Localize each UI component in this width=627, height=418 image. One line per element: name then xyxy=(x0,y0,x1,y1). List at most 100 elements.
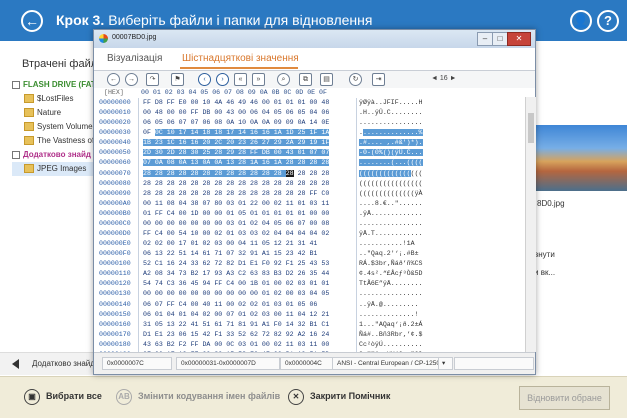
last-bookmark-icon[interactable]: » xyxy=(252,73,265,86)
tree-footer[interactable]: Додатково знайд xyxy=(0,352,96,375)
hex-byte[interactable]: C4 xyxy=(167,210,175,217)
change-encoding-button[interactable]: AB Змінити кодування імен файлів xyxy=(116,388,280,405)
hex-byte[interactable]: 11 xyxy=(286,200,294,207)
hex-byte[interactable]: 28 xyxy=(155,180,163,187)
hex-byte[interactable]: A1 xyxy=(262,321,270,328)
hex-byte[interactable]: 04 xyxy=(179,200,187,207)
hex-byte[interactable]: 92 xyxy=(274,260,282,267)
hex-byte[interactable]: 00 xyxy=(179,210,187,217)
hex-byte[interactable]: 03 xyxy=(250,230,258,237)
hex-byte[interactable]: 00 xyxy=(274,280,282,287)
hex-byte[interactable]: 72 xyxy=(262,331,270,338)
ascii-row[interactable]: .H..ÿÛ.C........ xyxy=(357,108,526,118)
hex-byte[interactable]: 51 xyxy=(179,250,187,257)
hex-byte[interactable]: 05 xyxy=(321,290,329,297)
hex-byte[interactable]: 2D xyxy=(143,149,151,157)
hex-byte[interactable]: 23 xyxy=(286,250,294,257)
hex-byte[interactable]: 00 xyxy=(274,311,282,318)
hex-byte[interactable]: 01 xyxy=(226,230,234,237)
ascii-row[interactable]: ((((((((((((((ÿÀ xyxy=(357,189,526,199)
hex-row[interactable]: FF C4 00 54 10 00 02 01 03 03 02 04 04 0… xyxy=(139,229,356,239)
hex-byte[interactable]: 08 xyxy=(166,159,175,167)
hex-byte[interactable]: C2 xyxy=(238,270,246,277)
hex-byte[interactable]: 00 xyxy=(262,341,270,348)
hex-row[interactable]: 2D 30 2D 28 30 25 28 29 28 FF DB 00 43 0… xyxy=(139,148,356,158)
hex-byte[interactable]: 06 xyxy=(286,220,294,227)
hex-byte[interactable]: 05 xyxy=(274,109,282,116)
page-navigator[interactable]: ◄ 16 ► xyxy=(431,75,457,82)
hex-byte[interactable]: 01 xyxy=(298,210,306,217)
ascii-row[interactable]: Ñá#..Bñ3Rbr‚’¢.$ xyxy=(357,330,526,340)
hex-byte[interactable]: 42 xyxy=(298,250,306,257)
hex-byte[interactable]: 06 xyxy=(143,311,151,318)
hex-byte[interactable]: 63 xyxy=(250,270,258,277)
hex-row[interactable]: 00 48 00 00 FF DB 00 43 00 06 04 05 06 0… xyxy=(139,108,356,118)
hex-byte[interactable]: 28 xyxy=(226,180,234,187)
scroll-thumb[interactable] xyxy=(528,113,534,143)
hex-byte[interactable]: 00 xyxy=(143,200,151,207)
hex-byte[interactable]: 28 xyxy=(298,170,306,177)
hex-byte[interactable]: 82 xyxy=(274,331,282,338)
ascii-row[interactable]: ..ÿÄ.@......... xyxy=(357,300,526,310)
close-window-icon[interactable]: ✕ xyxy=(507,32,531,46)
hex-byte[interactable]: 03 xyxy=(262,311,270,318)
hex-byte[interactable]: 28 xyxy=(178,169,187,177)
hex-byte[interactable]: F1 xyxy=(286,260,294,267)
user-icon[interactable]: 👤 xyxy=(570,10,592,32)
hex-byte[interactable]: 07 xyxy=(155,301,163,308)
hex-byte[interactable]: 25 xyxy=(297,129,306,137)
hex-byte[interactable]: 32 xyxy=(238,250,246,257)
hex-byte[interactable]: 0C xyxy=(226,341,234,348)
back-icon[interactable]: ← xyxy=(107,73,120,86)
hex-byte[interactable]: 00 xyxy=(167,290,175,297)
hex-byte[interactable]: 22 xyxy=(167,250,175,257)
hex-byte[interactable]: 28 xyxy=(226,169,235,177)
hex-row[interactable]: 54 74 C3 36 45 94 FF C4 00 1B 01 00 02 0… xyxy=(139,279,356,289)
hex-byte[interactable]: 28 xyxy=(155,190,163,197)
hex-byte[interactable]: 11 xyxy=(250,240,258,247)
ascii-row[interactable]: ÿÄ.T............ xyxy=(357,229,526,239)
hex-byte[interactable]: 16 xyxy=(167,260,175,267)
ascii-row[interactable]: (((((((((((((((( xyxy=(357,169,526,179)
hex-byte[interactable]: 07 xyxy=(143,159,151,167)
hex-byte[interactable]: 00 xyxy=(167,230,175,237)
hex-byte[interactable]: 01 xyxy=(274,210,282,217)
hex-byte[interactable]: 00 xyxy=(262,200,270,207)
hex-byte[interactable]: 04 xyxy=(262,109,270,116)
hex-byte[interactable]: 28 xyxy=(286,180,294,187)
ascii-row[interactable]: ..............! xyxy=(357,310,526,320)
hex-byte[interactable]: 03 xyxy=(298,290,306,297)
close-wizard-button[interactable]: ✕ Закрити Помічник xyxy=(288,388,390,405)
hex-byte[interactable]: 00 xyxy=(226,301,234,308)
hex-byte[interactable]: 01 xyxy=(298,99,306,106)
hex-byte[interactable]: 91 xyxy=(250,250,258,257)
hex-byte[interactable]: 03 xyxy=(238,341,246,348)
checkbox[interactable] xyxy=(12,150,20,159)
hex-byte[interactable]: 28 xyxy=(238,190,246,197)
hex-byte[interactable]: 08 xyxy=(155,270,163,277)
hex-byte[interactable]: FF xyxy=(155,210,163,217)
tree-item-lostfiles[interactable]: $LostFiles xyxy=(12,92,96,106)
hex-byte[interactable]: 00 xyxy=(179,109,187,116)
tree-item-flash-drive[interactable]: FLASH DRIVE (FAT xyxy=(12,78,96,92)
hex-byte[interactable]: A2 xyxy=(298,331,306,338)
hex-byte[interactable]: 02 xyxy=(250,220,258,227)
hex-byte[interactable]: 16 xyxy=(250,129,258,137)
hex-byte[interactable]: D1 xyxy=(238,260,246,267)
hex-byte[interactable]: 73 xyxy=(179,270,187,277)
hex-row[interactable]: 28 28 28 28 28 28 28 28 28 28 28 28 28 2… xyxy=(139,189,356,199)
hex-byte[interactable]: 00 xyxy=(179,220,187,227)
hex-byte[interactable]: 20 xyxy=(226,139,235,147)
hex-byte[interactable]: 28 xyxy=(154,169,163,177)
hex-byte[interactable]: 01 xyxy=(143,210,151,217)
hex-row[interactable]: A2 08 34 73 B2 17 93 A3 C2 63 83 B3 D2 2… xyxy=(139,269,356,279)
hex-byte[interactable]: 08 xyxy=(321,220,329,227)
hex-byte[interactable]: 1A xyxy=(273,159,282,167)
hex-byte[interactable]: 04 xyxy=(262,220,270,227)
hex-byte[interactable]: 29 xyxy=(273,139,282,147)
hex-byte[interactable]: 43 xyxy=(143,341,151,348)
hex-byte[interactable]: C0 xyxy=(321,190,329,197)
hex-byte[interactable]: 04 xyxy=(298,311,306,318)
hex-byte[interactable]: 00 xyxy=(143,109,151,116)
hex-byte[interactable]: 28 xyxy=(262,190,270,197)
